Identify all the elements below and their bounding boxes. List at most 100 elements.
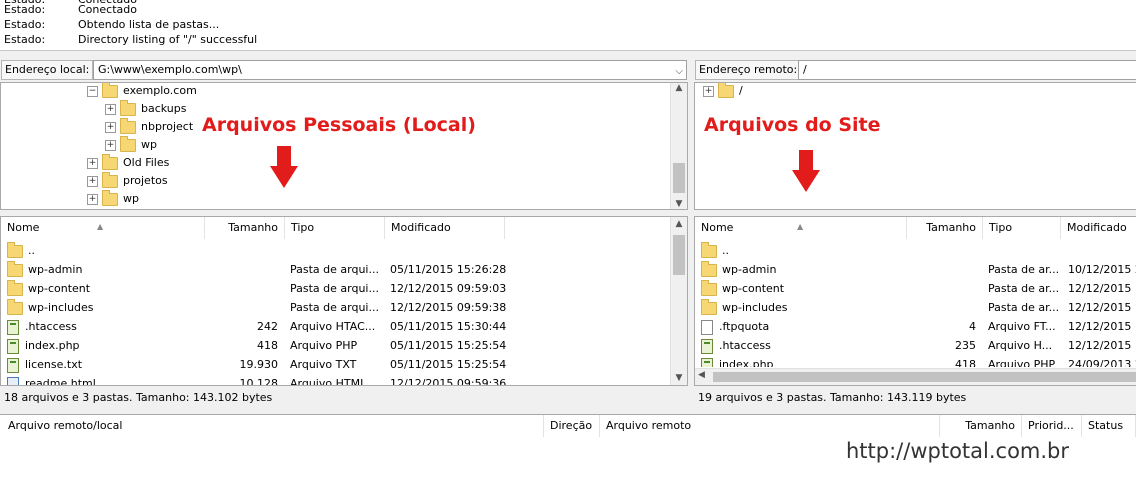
column-header-status[interactable]: Status bbox=[1082, 415, 1136, 437]
scroll-up-icon[interactable]: ▲ bbox=[671, 83, 687, 93]
scroll-down-icon[interactable]: ▼ bbox=[671, 373, 687, 383]
tree-item[interactable]: + nbproject bbox=[105, 117, 193, 136]
expand-icon[interactable]: + bbox=[105, 103, 116, 115]
scroll-thumb[interactable] bbox=[713, 372, 1136, 382]
file-row[interactable]: wp-admin Pasta de ar... 10/12/2015 22 bbox=[695, 260, 1136, 279]
tree-item[interactable]: − exemplo.com bbox=[87, 83, 197, 100]
file-row[interactable]: wp-admin Pasta de arqui... 05/11/2015 15… bbox=[1, 260, 687, 279]
file-row[interactable]: .. bbox=[695, 241, 1136, 260]
log-row: Estado: Directory listing of "/" successf… bbox=[4, 32, 257, 47]
column-header-modified[interactable]: Modificado bbox=[385, 217, 505, 239]
arrow-down-icon bbox=[270, 146, 298, 188]
file-modified: 12/12/2015 09:59:38 bbox=[390, 301, 507, 314]
file-row[interactable]: .. bbox=[1, 241, 687, 260]
column-header-modified[interactable]: Modificado bbox=[1061, 217, 1136, 239]
file-type: Arquivo PHP bbox=[988, 358, 1056, 367]
file-row[interactable]: index.php 418 Arquivo PHP 24/09/2013 21 bbox=[695, 355, 1136, 367]
file-row[interactable]: .ftpquota 4 Arquivo FT... 12/12/2015 13 bbox=[695, 317, 1136, 336]
scroll-down-icon[interactable]: ▼ bbox=[671, 199, 687, 209]
text-file-icon bbox=[7, 357, 19, 373]
scroll-thumb[interactable] bbox=[673, 163, 685, 193]
file-row[interactable]: .htaccess 242 Arquivo HTAC... 05/11/2015… bbox=[1, 317, 687, 336]
file-row[interactable]: readme.html 10.128 Arquivo HTML 12/12/20… bbox=[1, 374, 687, 386]
column-header-type[interactable]: Tipo bbox=[285, 217, 385, 239]
file-type: Arquivo HTML bbox=[290, 377, 367, 386]
file-row[interactable]: license.txt 19.930 Arquivo TXT 05/11/201… bbox=[1, 355, 687, 374]
folder-icon bbox=[718, 83, 734, 98]
tree-item[interactable]: + / bbox=[703, 83, 743, 100]
file-modified: 24/09/2013 21 bbox=[1068, 358, 1136, 367]
collapse-icon[interactable]: − bbox=[87, 85, 98, 97]
file-size: 418 bbox=[257, 339, 278, 352]
remote-list-hscrollbar[interactable]: ◀ bbox=[695, 368, 1136, 385]
file-row[interactable]: .htaccess 235 Arquivo H... 12/12/2015 13 bbox=[695, 336, 1136, 355]
file-row[interactable]: wp-content Pasta de arqui... 12/12/2015 … bbox=[1, 279, 687, 298]
scroll-left-icon[interactable]: ◀ bbox=[698, 370, 705, 380]
file-modified: 05/11/2015 15:25:54 bbox=[390, 339, 507, 352]
file-modified: 12/12/2015 09:59:03 bbox=[390, 282, 507, 295]
file-type: Arquivo FT... bbox=[988, 320, 1056, 333]
tree-item[interactable]: + wp bbox=[87, 189, 139, 208]
column-header-remote-file[interactable]: Arquivo remoto bbox=[600, 415, 940, 437]
expand-icon[interactable]: + bbox=[87, 175, 98, 187]
file-name: wp-includes bbox=[28, 301, 94, 314]
remote-tree[interactable]: + / bbox=[694, 82, 1136, 210]
column-header-priority[interactable]: Priorid... bbox=[1022, 415, 1082, 437]
local-status-bar: 18 arquivos e 3 pastas. Tamanho: 143.102… bbox=[0, 388, 690, 408]
file-row[interactable]: wp-content Pasta de ar... 12/12/2015 13 bbox=[695, 279, 1136, 298]
file-type: Arquivo HTAC... bbox=[290, 320, 376, 333]
file-type: Pasta de ar... bbox=[988, 263, 1058, 276]
column-header-size[interactable]: Tamanho bbox=[205, 217, 285, 239]
log-label: Estado: bbox=[4, 33, 46, 46]
expand-icon[interactable]: + bbox=[703, 85, 714, 97]
local-address-bar: Endereço local: G:\www\exemplo.com\wp\ ⌵ bbox=[0, 58, 688, 80]
folder-icon bbox=[120, 117, 136, 134]
column-header-name[interactable]: Nome ▲ bbox=[695, 217, 907, 239]
file-type: Arquivo TXT bbox=[290, 358, 357, 371]
file-name: .ftpquota bbox=[719, 320, 770, 333]
file-type: Pasta de arqui... bbox=[290, 301, 379, 314]
expand-icon[interactable]: + bbox=[87, 193, 98, 205]
file-name: .. bbox=[722, 244, 729, 257]
file-size: 10.128 bbox=[239, 377, 279, 386]
file-name: wp-content bbox=[722, 282, 785, 295]
tree-item[interactable]: + backups bbox=[105, 99, 187, 118]
log-text: Conectado bbox=[78, 3, 137, 16]
file-name: index.php bbox=[719, 358, 774, 367]
column-header-size[interactable]: Tamanho bbox=[940, 415, 1022, 437]
file-modified: 12/12/2015 13 bbox=[1068, 282, 1136, 295]
local-address-input[interactable]: G:\www\exemplo.com\wp\ ⌵ bbox=[93, 60, 687, 80]
tree-item-label: backups bbox=[141, 102, 187, 115]
column-header-size[interactable]: Tamanho bbox=[907, 217, 983, 239]
sort-asc-icon: ▲ bbox=[97, 222, 104, 231]
annotation-local: Arquivos Pessoais (Local) bbox=[202, 114, 476, 136]
scroll-thumb[interactable] bbox=[673, 235, 685, 275]
file-type: Pasta de ar... bbox=[988, 301, 1058, 314]
file-name: wp-admin bbox=[722, 263, 777, 276]
file-row[interactable]: index.php 418 Arquivo PHP 05/11/2015 15:… bbox=[1, 336, 687, 355]
remote-file-list[interactable]: Nome ▲ Tamanho Tipo Modificado .. wp-admi… bbox=[694, 216, 1136, 386]
remote-address-input[interactable]: / bbox=[798, 60, 1136, 80]
local-list-scrollbar[interactable]: ▲ ▼ bbox=[670, 217, 687, 385]
expand-icon[interactable]: + bbox=[87, 157, 98, 169]
local-tree-scrollbar[interactable]: ▲ ▼ bbox=[670, 83, 687, 209]
chevron-down-icon[interactable]: ⌵ bbox=[675, 63, 683, 79]
expand-icon[interactable]: + bbox=[105, 121, 116, 133]
tree-item[interactable]: + Old Files bbox=[87, 153, 169, 172]
scroll-up-icon[interactable]: ▲ bbox=[671, 219, 687, 229]
column-header-direction[interactable]: Direção bbox=[544, 415, 600, 437]
column-header-name[interactable]: Nome ▲ bbox=[1, 217, 205, 239]
local-tree[interactable]: − exemplo.com + backups + nbproject + wp + Ol… bbox=[0, 82, 688, 210]
column-header-file[interactable]: Arquivo remoto/local bbox=[0, 415, 544, 437]
message-log[interactable]: Estado: Conectado Estado: Conectado Estado… bbox=[0, 0, 1136, 51]
file-name: .. bbox=[28, 244, 35, 257]
tree-item-selected[interactable]: + wp bbox=[105, 135, 157, 154]
file-row[interactable]: wp-includes Pasta de arqui... 12/12/2015… bbox=[1, 298, 687, 317]
file-modified: 10/12/2015 22 bbox=[1068, 263, 1136, 276]
column-header-type[interactable]: Tipo bbox=[983, 217, 1061, 239]
file-modified: 12/12/2015 13 bbox=[1068, 320, 1136, 333]
file-row[interactable]: wp-includes Pasta de ar... 12/12/2015 13 bbox=[695, 298, 1136, 317]
tree-item[interactable]: + projetos bbox=[87, 171, 168, 190]
expand-icon[interactable]: + bbox=[105, 139, 116, 151]
local-file-list[interactable]: Nome ▲ Tamanho Tipo Modificado .. wp-admi… bbox=[0, 216, 688, 386]
